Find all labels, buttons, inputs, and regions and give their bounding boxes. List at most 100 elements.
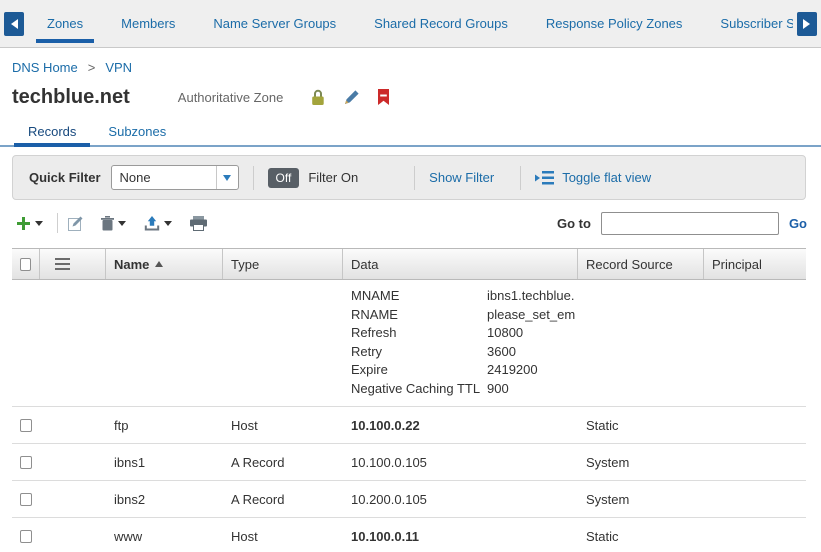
flag-bookmark-icon[interactable] bbox=[378, 89, 389, 105]
zone-subtabs: Records Subzones bbox=[0, 120, 821, 147]
cell-name: ibns1 bbox=[106, 455, 223, 470]
subtab-subzones[interactable]: Subzones bbox=[92, 120, 182, 145]
cell-type: A Record bbox=[223, 492, 343, 507]
zone-title-icons bbox=[311, 89, 389, 106]
soa-field: Expire2419200 bbox=[351, 361, 570, 380]
soa-field: Retry3600 bbox=[351, 343, 570, 362]
header-menu-icon[interactable] bbox=[55, 258, 70, 270]
column-header-name[interactable]: Name bbox=[106, 249, 223, 279]
dns-tab-bar: Zones Members Name Server Groups Shared … bbox=[0, 0, 821, 48]
tab-members[interactable]: Members bbox=[102, 0, 194, 47]
quick-filter-label: Quick Filter bbox=[29, 170, 101, 185]
cell-data: 10.200.0.105 bbox=[343, 492, 578, 507]
records-toolbar: Go to Go bbox=[0, 200, 821, 246]
cell-record-source: System bbox=[578, 455, 704, 470]
divider bbox=[414, 166, 415, 190]
filter-on-toggle[interactable]: Off bbox=[268, 168, 300, 188]
column-header-record-source[interactable]: Record Source bbox=[578, 249, 704, 279]
caret-down-icon bbox=[35, 221, 43, 230]
table-row-ftp[interactable]: ftp Host 10.100.0.22 Static bbox=[12, 407, 806, 444]
edit-icon bbox=[68, 215, 85, 231]
cell-record-source: Static bbox=[578, 529, 704, 544]
tab-zones[interactable]: Zones bbox=[28, 0, 102, 47]
cell-record-source: Static bbox=[578, 418, 704, 433]
quick-filter-select[interactable]: None bbox=[111, 165, 239, 190]
plus-icon bbox=[16, 216, 31, 231]
tabs-scroll-right-button[interactable] bbox=[797, 12, 817, 36]
filter-bar: Quick Filter None Off Filter On Show Fil… bbox=[12, 155, 806, 200]
cell-type: Host bbox=[223, 418, 343, 433]
zone-type-label: Authoritative Zone bbox=[178, 90, 284, 105]
goto-input[interactable] bbox=[601, 212, 779, 235]
filter-on-label: Filter On bbox=[308, 170, 358, 185]
breadcrumb-vpn-link[interactable]: VPN bbox=[105, 60, 132, 75]
soa-field: MNAMEibns1.techblue. bbox=[351, 287, 570, 306]
show-filter-link[interactable]: Show Filter bbox=[429, 170, 494, 185]
subtab-records[interactable]: Records bbox=[12, 120, 92, 145]
tab-name-server-groups[interactable]: Name Server Groups bbox=[194, 0, 355, 47]
table-row-ibns2[interactable]: ibns2 A Record 10.200.0.105 System bbox=[12, 481, 806, 518]
divider bbox=[253, 166, 254, 190]
lock-icon[interactable] bbox=[311, 89, 325, 106]
table-header-row: Name Type Data Record Source Principal bbox=[12, 249, 806, 280]
caret-down-icon bbox=[118, 221, 126, 230]
goto-group: Go to Go bbox=[557, 212, 807, 235]
table-row-www[interactable]: www Host 10.100.0.11 Static bbox=[12, 518, 806, 552]
edit-record-button[interactable] bbox=[68, 215, 85, 231]
sort-ascending-icon bbox=[155, 257, 163, 267]
cell-data: 10.100.0.11 bbox=[343, 529, 578, 544]
export-icon bbox=[144, 216, 160, 231]
delete-record-button[interactable] bbox=[101, 216, 126, 231]
print-icon bbox=[190, 216, 207, 231]
arrow-right-icon bbox=[803, 19, 815, 29]
arrow-left-icon bbox=[6, 19, 18, 29]
column-header-principal[interactable]: Principal bbox=[704, 249, 806, 279]
breadcrumb: DNS Home > VPN bbox=[0, 48, 821, 76]
divider bbox=[520, 166, 521, 190]
table-row-soa-partial[interactable]: MNAMEibns1.techblue. RNAMEplease_set_em … bbox=[12, 280, 806, 407]
tab-shared-record-groups[interactable]: Shared Record Groups bbox=[355, 0, 527, 47]
trash-icon bbox=[101, 216, 114, 231]
tabs-scroll-left-button[interactable] bbox=[4, 12, 24, 36]
dns-tabs: Zones Members Name Server Groups Shared … bbox=[28, 0, 793, 47]
go-button[interactable]: Go bbox=[789, 216, 807, 231]
tab-subscriber-services[interactable]: Subscriber S bbox=[701, 0, 793, 47]
row-checkbox[interactable] bbox=[20, 530, 32, 543]
goto-label: Go to bbox=[557, 216, 591, 231]
cell-name: www bbox=[106, 529, 223, 544]
soa-field: Refresh10800 bbox=[351, 324, 570, 343]
divider bbox=[57, 213, 58, 233]
cell-name: ibns2 bbox=[106, 492, 223, 507]
zone-title-row: techblue.net Authoritative Zone bbox=[12, 82, 809, 112]
cell-type: A Record bbox=[223, 455, 343, 470]
page-title: techblue.net bbox=[12, 86, 130, 109]
print-button[interactable] bbox=[190, 216, 207, 231]
toggle-flat-view-link[interactable]: Toggle flat view bbox=[562, 170, 651, 185]
chevron-down-icon bbox=[216, 166, 238, 189]
breadcrumb-dns-home-link[interactable]: DNS Home bbox=[12, 60, 78, 75]
cell-data: 10.100.0.22 bbox=[343, 418, 578, 433]
export-button[interactable] bbox=[144, 216, 172, 231]
table-row-ibns1[interactable]: ibns1 A Record 10.100.0.105 System bbox=[12, 444, 806, 481]
row-checkbox[interactable] bbox=[20, 493, 32, 506]
column-header-type[interactable]: Type bbox=[223, 249, 343, 279]
cell-data: 10.100.0.105 bbox=[343, 455, 578, 470]
caret-down-icon bbox=[164, 221, 172, 230]
cell-type: Host bbox=[223, 529, 343, 544]
breadcrumb-separator: > bbox=[88, 60, 96, 75]
soa-field: Negative Caching TTL900 bbox=[351, 380, 570, 399]
column-header-data[interactable]: Data bbox=[343, 249, 578, 279]
soa-field: RNAMEplease_set_em bbox=[351, 306, 570, 325]
records-table: Name Type Data Record Source Principal M… bbox=[12, 248, 806, 552]
edit-zone-pencil-icon[interactable] bbox=[343, 89, 360, 106]
row-checkbox[interactable] bbox=[20, 419, 32, 432]
cell-record-source: System bbox=[578, 492, 704, 507]
row-checkbox[interactable] bbox=[20, 456, 32, 469]
select-all-checkbox[interactable] bbox=[20, 258, 31, 271]
tab-response-policy-zones[interactable]: Response Policy Zones bbox=[527, 0, 702, 47]
column-header-name-label: Name bbox=[114, 257, 149, 272]
quick-filter-value: None bbox=[112, 170, 216, 185]
flat-view-icon[interactable] bbox=[535, 171, 554, 185]
add-record-button[interactable] bbox=[16, 216, 43, 231]
cell-name: ftp bbox=[106, 418, 223, 433]
